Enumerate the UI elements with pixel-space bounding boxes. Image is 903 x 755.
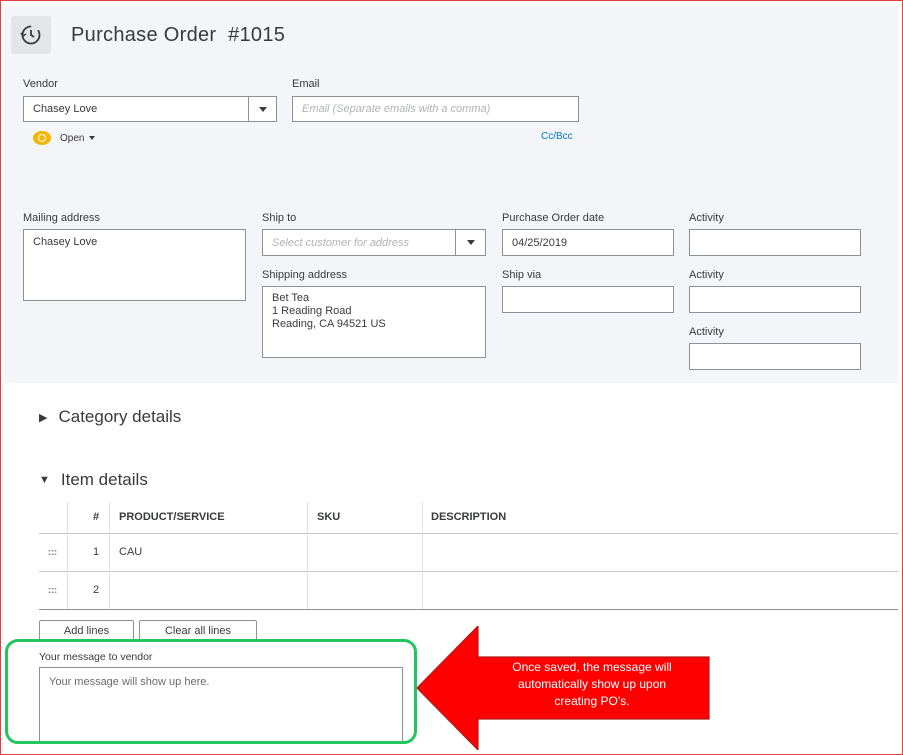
callout-line: creating PO’s. bbox=[554, 694, 630, 708]
highlight-outline bbox=[5, 639, 417, 744]
shipping-address-field[interactable]: Bet Tea 1 Reading Road Reading, CA 94521… bbox=[262, 286, 486, 358]
callout-text: Once saved, the message will automatical… bbox=[475, 659, 709, 710]
table-divider bbox=[39, 609, 898, 610]
email-label: Email bbox=[292, 78, 320, 90]
callout-line: automatically show up upon bbox=[517, 677, 667, 691]
activity-label: Activity bbox=[689, 269, 724, 281]
callout-line: Once saved, the message will bbox=[512, 660, 672, 674]
triangle-down-icon: ▼ bbox=[39, 474, 50, 486]
table-divider bbox=[39, 571, 898, 572]
mailing-address-field[interactable]: Chasey Love bbox=[23, 229, 246, 301]
po-date-input[interactable]: 04/25/2019 bbox=[502, 229, 674, 256]
column-header-product: PRODUCT/SERVICE bbox=[119, 511, 225, 523]
column-header-sku: SKU bbox=[317, 511, 341, 523]
category-details-label: Category details bbox=[58, 407, 182, 426]
shipping-address-line: Bet Tea bbox=[272, 292, 310, 304]
activity-input[interactable] bbox=[689, 286, 861, 313]
ship-to-label: Ship to bbox=[262, 212, 297, 224]
ship-to-select[interactable]: Select customer for address bbox=[262, 229, 456, 256]
ship-via-label: Ship via bbox=[502, 269, 542, 281]
page-title: Purchase Order #1015 bbox=[71, 24, 286, 46]
mailing-address-label: Mailing address bbox=[23, 212, 101, 224]
status-label: Open bbox=[60, 132, 85, 144]
add-lines-button[interactable]: Add lines bbox=[39, 620, 134, 641]
column-header-description: DESCRIPTION bbox=[431, 511, 507, 523]
shipping-address-line: Reading, CA 94521 US bbox=[272, 318, 386, 330]
product-service-cell[interactable]: CAU bbox=[119, 546, 142, 558]
vendor-label: Vendor bbox=[23, 78, 58, 90]
category-details-toggle[interactable]: ▶ Category details bbox=[39, 407, 181, 427]
vendor-select[interactable]: Chasey Love bbox=[23, 96, 249, 122]
chevron-down-icon bbox=[258, 106, 267, 112]
row-number: 2 bbox=[93, 584, 100, 596]
chevron-down-icon bbox=[466, 240, 475, 245]
po-date-label: Purchase Order date bbox=[502, 212, 605, 224]
history-icon bbox=[20, 25, 41, 45]
email-input[interactable]: Email (Separate emails with a comma) bbox=[292, 96, 579, 122]
chevron-down-icon bbox=[89, 136, 96, 140]
activity-input[interactable] bbox=[689, 229, 861, 256]
activity-input[interactable] bbox=[689, 343, 861, 370]
table-col-divider bbox=[422, 502, 423, 609]
item-details-toggle[interactable]: ▼ Item details bbox=[39, 470, 148, 490]
table-divider bbox=[39, 533, 898, 534]
status-open-icon bbox=[33, 131, 51, 145]
ship-to-dropdown-button[interactable] bbox=[455, 229, 486, 256]
status-dropdown[interactable]: Open bbox=[33, 131, 96, 145]
activity-label: Activity bbox=[689, 212, 724, 224]
shipping-address-line: 1 Reading Road bbox=[272, 305, 352, 317]
history-button[interactable] bbox=[11, 16, 51, 54]
ship-via-input[interactable] bbox=[502, 286, 674, 313]
vendor-dropdown-button[interactable] bbox=[248, 96, 277, 122]
triangle-right-icon: ▶ bbox=[39, 411, 48, 424]
table-col-divider bbox=[109, 502, 110, 609]
drag-handle-icon[interactable] bbox=[48, 587, 57, 594]
column-header-number: # bbox=[93, 511, 100, 523]
table-col-divider bbox=[67, 502, 68, 609]
shipping-address-label: Shipping address bbox=[262, 269, 348, 281]
clear-all-lines-button[interactable]: Clear all lines bbox=[139, 620, 257, 641]
activity-label: Activity bbox=[689, 326, 724, 338]
cc-bcc-link[interactable]: Cc/Bcc bbox=[541, 131, 573, 142]
row-number: 1 bbox=[93, 546, 100, 558]
table-col-divider bbox=[307, 502, 308, 609]
item-details-label: Item details bbox=[60, 470, 148, 489]
drag-handle-icon[interactable] bbox=[48, 549, 57, 556]
